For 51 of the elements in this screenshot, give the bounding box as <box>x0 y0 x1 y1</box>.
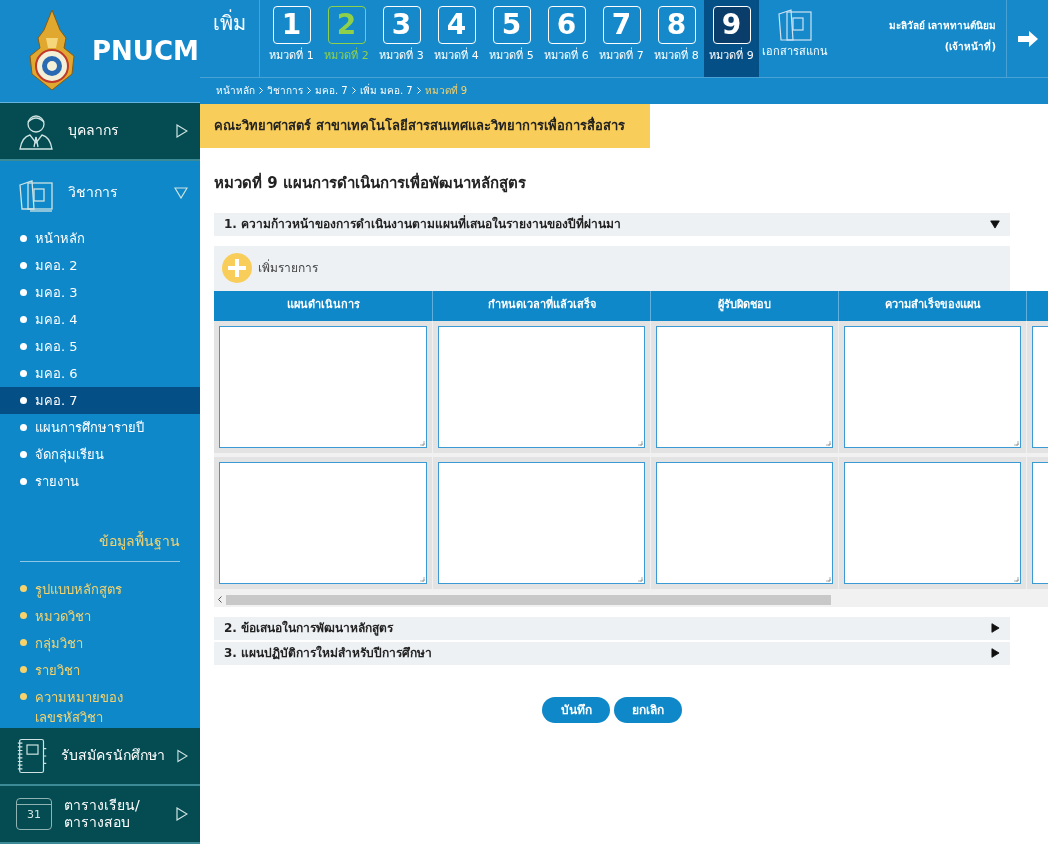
step-tab[interactable]: 8 หมวดที่ 8 <box>649 0 704 77</box>
sidebar-category[interactable]: บุคลากร <box>0 103 200 161</box>
sidebar-link[interactable]: รายวิชา <box>0 655 200 682</box>
sidebar-item[interactable]: จัดกลุ่มเรียน <box>0 441 200 468</box>
step-tab[interactable]: 7 หมวดที่ 7 <box>594 0 649 77</box>
breadcrumb-current: หมวดที่ 9 <box>424 82 468 98</box>
sidebar-item[interactable]: หน้าหลัก <box>0 225 200 252</box>
add-item-label: เพิ่มรายการ <box>258 259 318 277</box>
cancel-button[interactable]: ยกเลิก <box>614 696 682 723</box>
sidebar-item[interactable]: มคอ. 6 <box>0 360 200 387</box>
breadcrumb-link[interactable]: หน้าหลัก <box>216 82 255 98</box>
breadcrumb-link[interactable]: วิชาการ <box>267 82 303 98</box>
step-tab[interactable]: 6 หมวดที่ 6 <box>539 0 594 77</box>
step-tab[interactable]: 5 หมวดที่ 5 <box>484 0 539 77</box>
sidebar-subheading: ข้อมูลพื้นฐาน <box>99 533 180 549</box>
scanned-documents-tab[interactable]: เอกสารสแกน <box>759 0 831 77</box>
user-name: มะลิวัลย์ เลาหทานต์นิยม <box>888 19 996 33</box>
sidebar-link[interactable]: ความหมายของ เลขรหัสวิชา <box>0 682 200 728</box>
sidebar-item[interactable]: มคอ. 7 <box>0 387 200 414</box>
sidebar-item[interactable]: รายงาน <box>0 468 200 495</box>
column-header: ความสำเร็จของแผน <box>839 290 1027 321</box>
sidebar-item[interactable]: มคอ. 2 <box>0 252 200 279</box>
sidebar-category[interactable]: 31 ตารางเรียน/ ตารางสอบ <box>0 786 200 844</box>
calendar-icon: 31 <box>16 798 52 830</box>
logo-title: PNUCM <box>92 34 199 68</box>
sidebar-item[interactable]: แผนการศึกษารายปี <box>0 414 200 441</box>
breadcrumb-link[interactable]: เพิ่ม มคอ. 7 <box>359 82 413 98</box>
sidebar-item[interactable]: มคอ. 3 <box>0 279 200 306</box>
step-tab[interactable]: 9 หมวดที่ 9 <box>704 0 759 77</box>
sidebar-link[interactable]: กลุ่มวิชา <box>0 628 200 655</box>
page-title: หมวดที่ 9 แผนการดำเนินการเพื่อพัฒนาหลักสูตร <box>214 172 527 195</box>
sidebar-link[interactable]: รูปแบบหลักสูตร <box>0 574 200 601</box>
user-role: (เจ้าหน้าที่) <box>944 39 996 54</box>
add-label: เพิ่ม <box>213 8 246 37</box>
step-tab[interactable]: 1 หมวดที่ 1 <box>264 0 319 77</box>
step-tab[interactable]: 4 หมวดที่ 4 <box>429 0 484 77</box>
sidebar-category[interactable]: รับสมัครนักศึกษา <box>0 728 200 786</box>
step-tab[interactable]: 3 หมวดที่ 3 <box>374 0 429 77</box>
column-header: แผนดำเนินการ <box>214 290 433 321</box>
section-header[interactable]: 1. ความก้าวหน้าของการดำเนินงานตามแผนที่เสนอในรายงานของปีที่ผ่านมา <box>214 212 1010 236</box>
column-header: กำหนดเวลาที่แล้วเสร็จ <box>433 290 651 321</box>
section-header[interactable]: 2. ข้อเสนอในการพัฒนาหลักสูตร <box>214 616 1010 640</box>
sidebar-item[interactable]: มคอ. 5 <box>0 333 200 360</box>
sidebar-link[interactable]: หมวดวิชา <box>0 601 200 628</box>
column-header: ผู้รับผิดชอบ <box>651 290 839 321</box>
section-header[interactable]: 3. แผนปฏิบัติการใหม่สำหรับปีการศึกษา <box>214 641 1010 665</box>
save-button[interactable]: บันทึก <box>542 696 610 723</box>
step-tab[interactable]: 2 หมวดที่ 2 <box>319 0 374 77</box>
breadcrumb-link[interactable]: มคอ. 7 <box>315 82 348 98</box>
sidebar-item[interactable]: มคอ. 4 <box>0 306 200 333</box>
faculty-banner: คณะวิทยาศาสตร์ สาขาเทคโนโลยีสารสนเทศและวิทยาการเพื่อการสื่อสาร <box>200 104 650 148</box>
